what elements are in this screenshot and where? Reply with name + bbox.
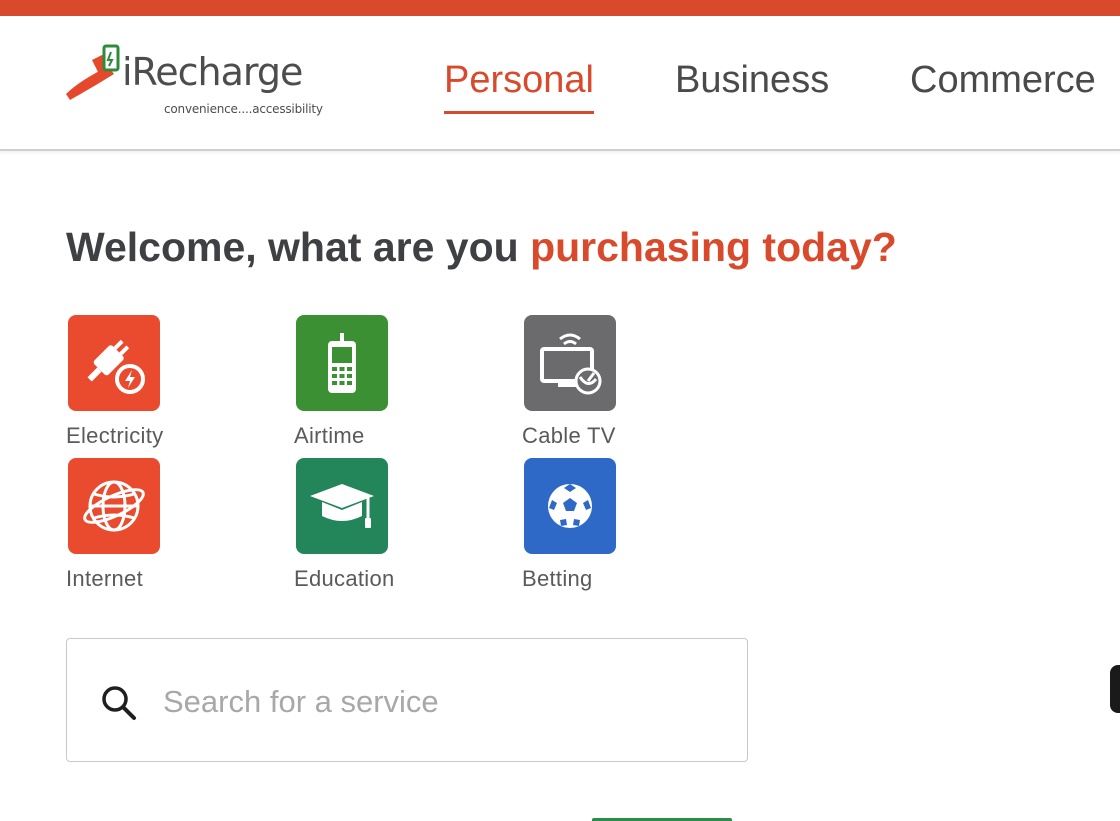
service-search-box[interactable] bbox=[66, 638, 748, 762]
soccer-ball-icon bbox=[548, 484, 592, 528]
service-label: Cable TV bbox=[522, 423, 616, 448]
tab-personal[interactable]: Personal bbox=[444, 59, 594, 114]
graduation-cap-icon bbox=[310, 484, 374, 528]
mobile-phone-icon bbox=[328, 333, 356, 393]
electricity-tile bbox=[68, 315, 160, 411]
education-tile bbox=[296, 458, 388, 554]
betting-tile bbox=[524, 458, 616, 554]
service-cable-tv[interactable]: Cable TV bbox=[522, 315, 682, 455]
plug-bolt-icon bbox=[87, 339, 145, 394]
logo-plug-icon bbox=[66, 44, 120, 100]
floating-widget-edge[interactable] bbox=[1110, 665, 1120, 713]
search-input[interactable] bbox=[161, 679, 725, 725]
airtime-tile bbox=[296, 315, 388, 411]
service-label: Airtime bbox=[294, 423, 365, 448]
cable-tv-tile bbox=[524, 315, 616, 411]
service-label: Betting bbox=[522, 566, 593, 591]
globe-icon bbox=[83, 480, 145, 532]
service-label: Electricity bbox=[66, 423, 164, 448]
service-electricity[interactable]: Electricity bbox=[66, 315, 226, 455]
service-education[interactable]: Education bbox=[294, 458, 454, 598]
search-icon bbox=[102, 686, 136, 720]
welcome-prefix: Welcome, what are you bbox=[66, 224, 531, 270]
service-label: Internet bbox=[66, 566, 144, 591]
tv-satellite-icon bbox=[540, 333, 602, 395]
tab-commerce[interactable]: Commerce bbox=[910, 59, 1096, 102]
logo-tagline: convenience....accessibility bbox=[164, 102, 323, 116]
service-label: Education bbox=[294, 566, 395, 591]
internet-tile bbox=[68, 458, 160, 554]
logo-wordmark: iRecharge bbox=[122, 50, 303, 94]
service-airtime[interactable]: Airtime bbox=[294, 315, 454, 455]
service-betting[interactable]: Betting bbox=[522, 458, 682, 598]
service-internet[interactable]: Internet bbox=[66, 458, 226, 598]
irecharge-logo[interactable]: iRecharge convenience....accessibility bbox=[64, 42, 334, 122]
welcome-accent: purchasing today? bbox=[530, 224, 897, 270]
top-accent-bar bbox=[0, 0, 1120, 16]
welcome-heading: Welcome, what are you purchasing today? bbox=[66, 224, 897, 271]
site-header: iRecharge convenience....accessibility P… bbox=[0, 16, 1120, 151]
tab-business[interactable]: Business bbox=[675, 59, 829, 102]
